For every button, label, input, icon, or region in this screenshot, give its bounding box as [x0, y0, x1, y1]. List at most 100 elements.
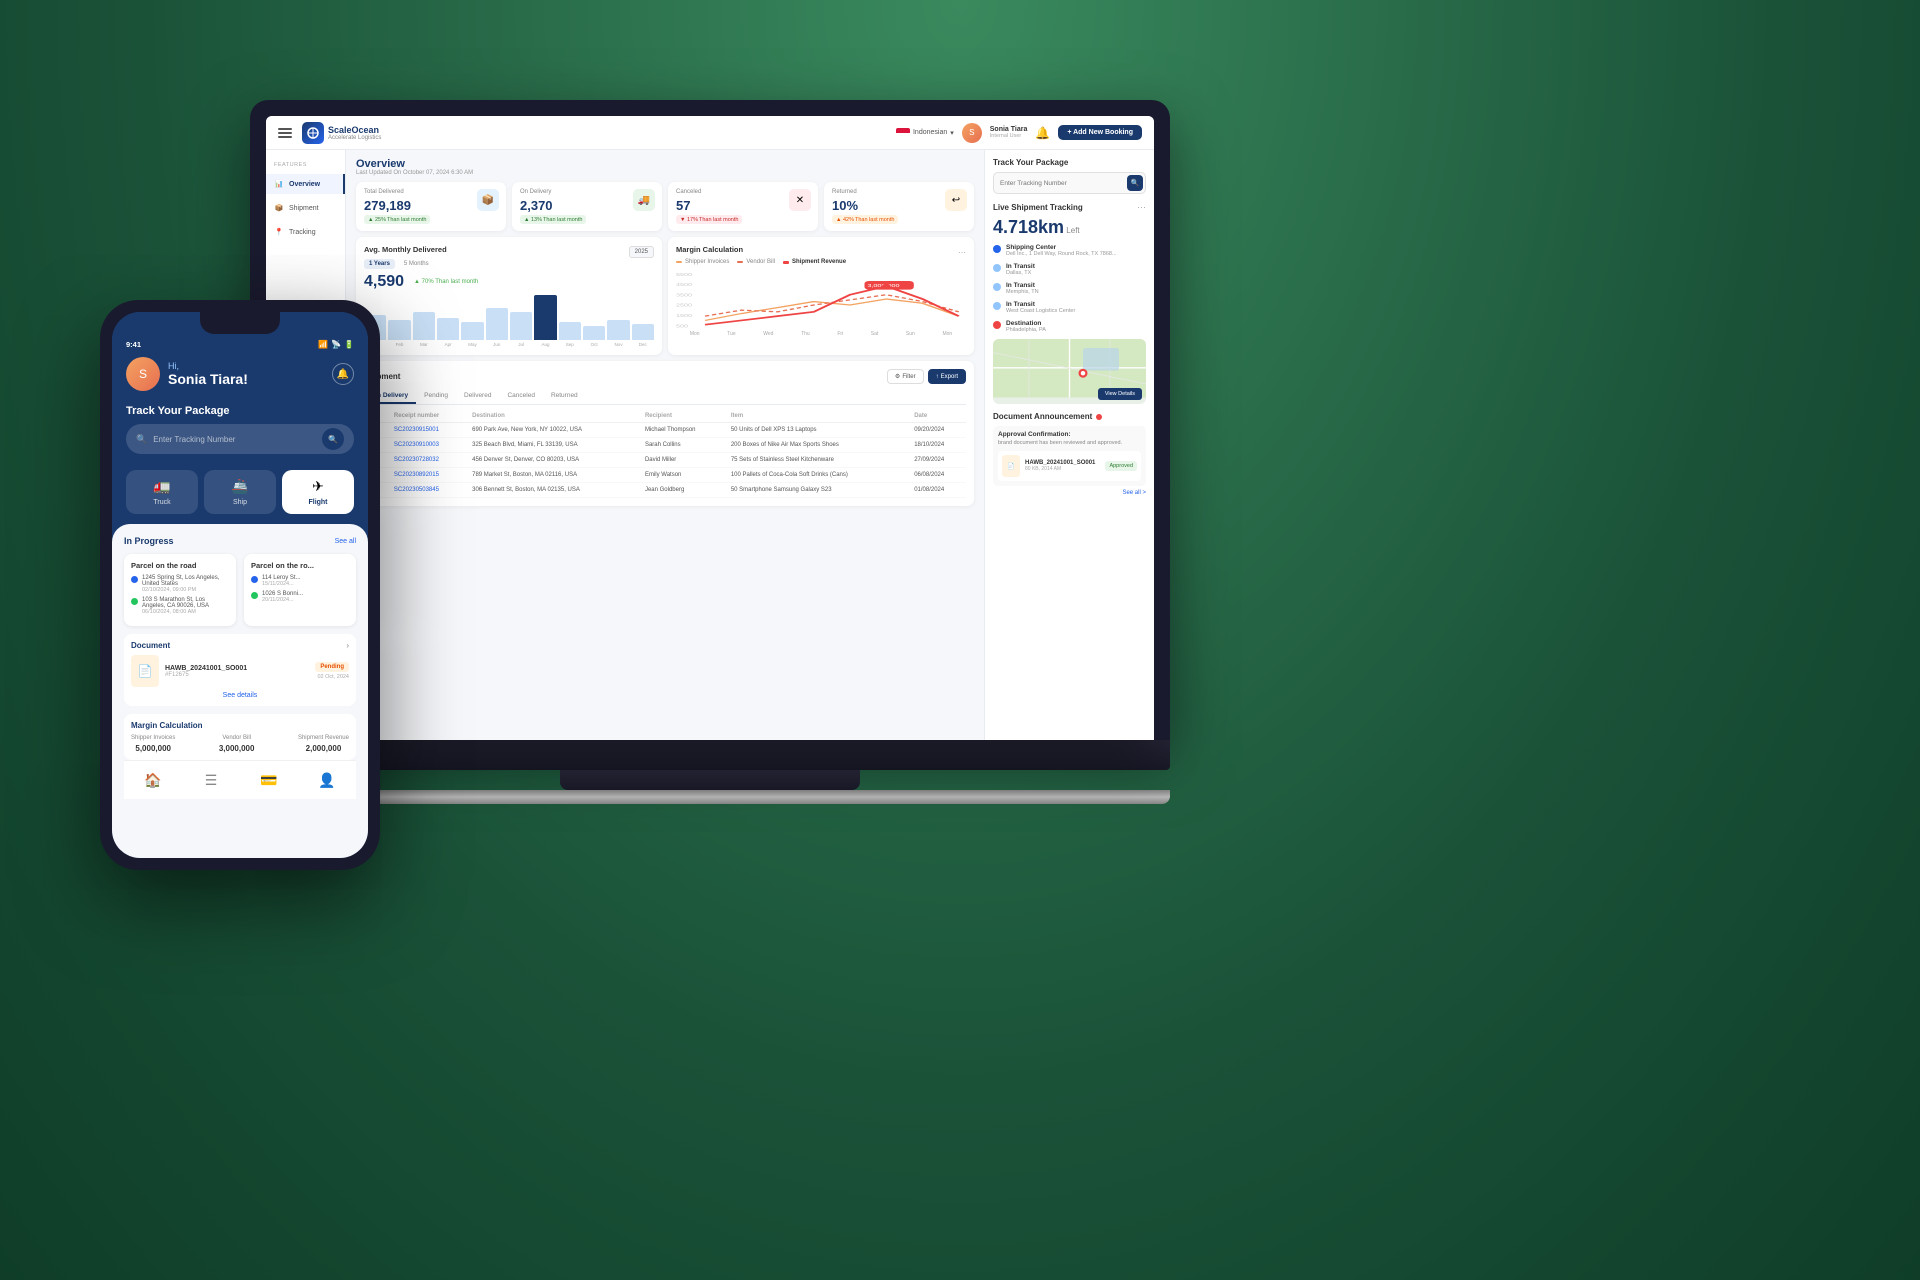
bar-aug: Aug: [534, 295, 556, 347]
nav-profile[interactable]: 👤: [316, 769, 338, 791]
phone-bell-icon[interactable]: 🔔: [332, 363, 354, 385]
margin-values: Shipper Invoices 5,000,000 Vendor Bill 3…: [131, 735, 349, 753]
filter-button[interactable]: ⚙ Filter: [887, 369, 924, 384]
right-panel: Track Your Package 🔍 Live Shipment Track…: [984, 150, 1154, 740]
shipment-table: No. Receipt number Destination Recipient…: [364, 410, 966, 498]
sidebar-item-shipment[interactable]: 📦 Shipment: [266, 198, 345, 218]
doc-arrow-icon[interactable]: ›: [346, 641, 349, 650]
receipt-link-1[interactable]: SC20230915001: [394, 427, 439, 433]
doc-section-header: Document ›: [131, 641, 349, 650]
action-buttons: ⚙ Filter ↑ Export: [887, 369, 966, 384]
parcel-dot-from-2: [251, 576, 258, 583]
sidebar-item-overview[interactable]: 📊 Overview: [266, 174, 345, 194]
user-info: Sonia Tiara Internal User: [990, 126, 1028, 139]
live-tracking-title: Live Shipment Tracking: [993, 203, 1083, 212]
document-title: Document Announcement: [993, 412, 1092, 421]
legend-vendor: Vendor Bill: [737, 259, 775, 265]
margin-chart-more[interactable]: ⋯: [958, 248, 966, 257]
tab-5months[interactable]: 5 Months: [399, 259, 434, 269]
bar-jul: Jul: [510, 312, 532, 347]
bar-feb: Feb: [388, 320, 410, 347]
status-icons: 📶 📡 🔋: [318, 340, 354, 349]
stop-dot-3: [993, 302, 1001, 310]
table-row: 1 SC20230915001 690 Park Ave, New York, …: [364, 423, 966, 438]
laptop-base: [250, 740, 1170, 770]
overview-icon: 📊: [274, 179, 284, 189]
bell-icon[interactable]: 🔔: [1035, 126, 1050, 140]
stop-destination: Destination Philadelphia, PA: [993, 320, 1146, 333]
parcel-dot-to-2: [251, 592, 258, 599]
add-booking-button[interactable]: + Add New Booking: [1058, 125, 1142, 140]
tab-1year[interactable]: 1 Years: [364, 259, 395, 269]
receipt-link-4[interactable]: SC20230892015: [394, 472, 439, 478]
see-details-link[interactable]: See details: [131, 692, 349, 699]
distance-value: 4.718km: [993, 217, 1064, 237]
hamburger-menu[interactable]: [278, 128, 292, 138]
live-tracking-more[interactable]: ⋯: [1137, 202, 1146, 213]
in-progress-title: In Progress: [124, 536, 174, 546]
track-search-button[interactable]: 🔍: [1127, 175, 1143, 191]
svg-text:500: 500: [676, 324, 689, 328]
tab-returned[interactable]: Returned: [543, 389, 586, 404]
laptop-device: ScaleOcean Accelerate Logistics Indonesi…: [250, 100, 1170, 1100]
nav-card[interactable]: 💳: [258, 769, 280, 791]
transport-tab-truck[interactable]: 🚛 Truck: [126, 470, 198, 514]
map-preview: View Details: [993, 339, 1146, 404]
tab-canceled[interactable]: Canceled: [499, 389, 542, 404]
language-selector[interactable]: Indonesian ▾: [896, 128, 954, 138]
bar-sep: Sep: [559, 322, 581, 347]
tab-pending[interactable]: Pending: [416, 389, 456, 404]
main-content: Overview Last Updated On October 07, 202…: [346, 150, 984, 740]
phone-track-section: Track Your Package 🔍 Enter Tracking Numb…: [112, 399, 368, 460]
legend-revenue: Shipment Revenue: [783, 259, 846, 265]
dashboard: ScaleOcean Accelerate Logistics Indonesi…: [266, 116, 1154, 740]
margin-chart: Margin Calculation ⋯ Shipper Invoices: [668, 237, 974, 355]
receipt-link-2[interactable]: SC20230910003: [394, 442, 439, 448]
phone-search-button[interactable]: 🔍: [322, 428, 344, 450]
logo-icon: [302, 122, 324, 144]
tab-delivered[interactable]: Delivered: [456, 389, 499, 404]
nav-home[interactable]: 🏠: [142, 769, 164, 791]
logo-text: ScaleOcean Accelerate Logistics: [328, 125, 381, 141]
laptop-screen-inner: ScaleOcean Accelerate Logistics Indonesi…: [266, 116, 1154, 740]
stat-on-delivery: On Delivery 2,370 ▲ 13% Than last month …: [512, 182, 662, 231]
svg-text:4500: 4500: [676, 283, 693, 287]
search-icon-phone: 🔍: [136, 434, 147, 445]
document-card: Approval Confirmation: brand document ha…: [993, 426, 1146, 486]
table-row: 2 SC20230910003 325 Beach Blvd, Miami, F…: [364, 438, 966, 453]
ship-icon: 🚢: [231, 478, 248, 495]
see-all-button[interactable]: See all: [335, 538, 356, 545]
transport-tab-ship[interactable]: 🚢 Ship: [204, 470, 276, 514]
parcel-title-1: Parcel on the road: [131, 561, 229, 570]
stats-row: Total Delivered 279,189 ▲ 25% Than last …: [356, 182, 974, 231]
see-all-link[interactable]: See all >: [993, 490, 1146, 496]
stop-transit-2: In Transit Memphis, TN: [993, 282, 1146, 295]
export-button[interactable]: ↑ Export: [928, 369, 966, 384]
phone-search-bar[interactable]: 🔍 Enter Tracking Number 🔍: [126, 424, 354, 454]
parcel-stop-to-1: 103 S Marathon St, Los Angeles, CA 90026…: [131, 597, 229, 615]
stat-icon-1: 🚚: [633, 189, 655, 211]
live-tracking-header: Live Shipment Tracking ⋯: [993, 202, 1146, 213]
svg-text:1500: 1500: [676, 314, 693, 318]
laptop-screen-outer: ScaleOcean Accelerate Logistics Indonesi…: [250, 100, 1170, 740]
sidebar-item-tracking[interactable]: 📍 Tracking: [266, 222, 345, 242]
track-input[interactable]: [993, 172, 1146, 194]
svg-text:5500: 5500: [676, 273, 693, 277]
stop-transit-3: In Transit West Coast Logistics Center: [993, 301, 1146, 314]
hawb-icon: 📄: [131, 655, 159, 687]
page-title: Overview: [356, 158, 974, 170]
receipt-link-5[interactable]: SC20230503845: [394, 487, 439, 493]
legend-shipper: Shipper Invoices: [676, 259, 729, 265]
receipt-link-3[interactable]: SC20230728032: [394, 457, 439, 463]
signal-icon: 📶: [318, 340, 328, 349]
stat-icon-3: ↩: [945, 189, 967, 211]
transport-tab-flight[interactable]: ✈ Flight: [282, 470, 354, 514]
view-details-button[interactable]: View Details: [1098, 388, 1142, 400]
table-row: 5 SC20230503845 306 Bennett St, Boston, …: [364, 483, 966, 498]
nav-menu[interactable]: ☰: [200, 769, 222, 791]
chart-legend: Shipper Invoices Vendor Bill: [676, 259, 966, 265]
hawb-row: 📄 HAWB_20241001_SO001 #F12675 Pending 02…: [131, 655, 349, 687]
flag-icon: [896, 128, 910, 138]
bar-apr: Apr: [437, 318, 459, 347]
margin-section: Margin Calculation Shipper Invoices 5,00…: [124, 714, 356, 760]
